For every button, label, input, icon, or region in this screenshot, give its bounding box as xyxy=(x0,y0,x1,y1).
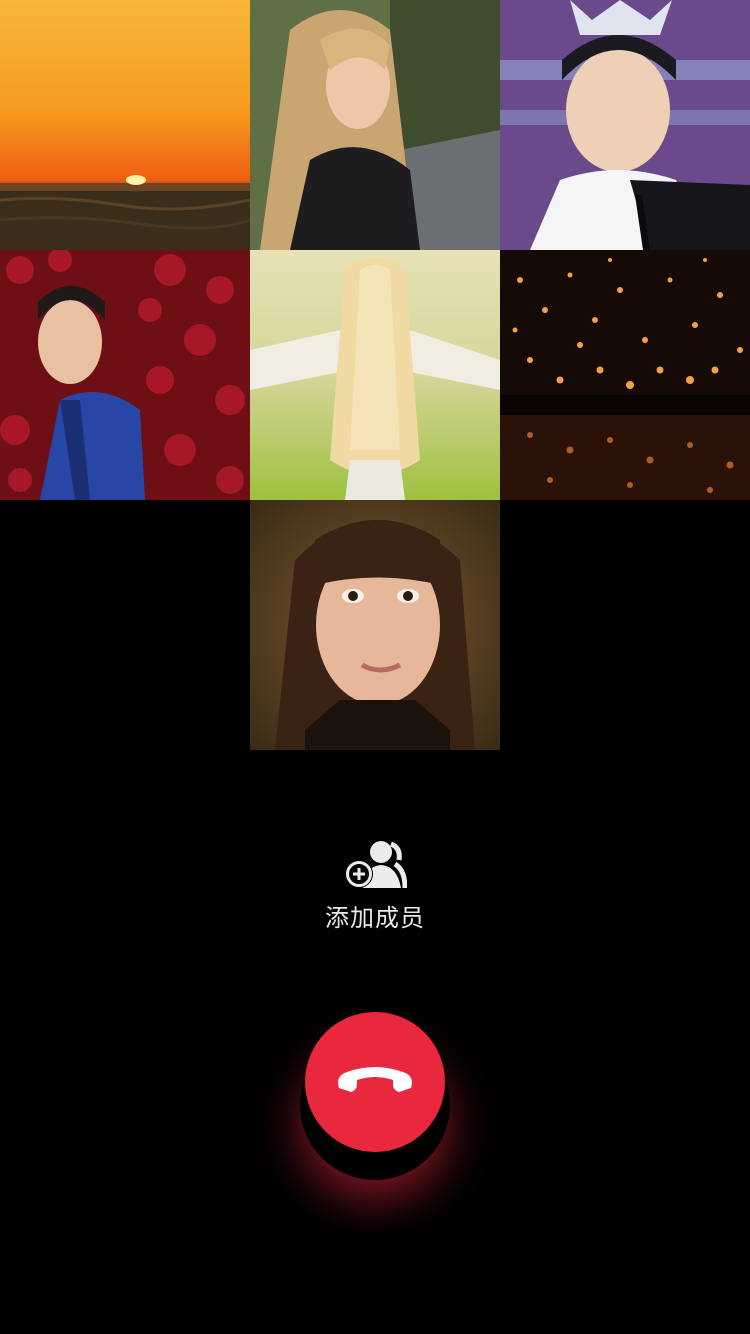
participant-tile-7[interactable] xyxy=(250,500,500,750)
man-crown-portrait-image xyxy=(500,0,750,250)
participant-tile-2[interactable] xyxy=(250,0,500,250)
participant-tile-6[interactable] xyxy=(500,250,750,500)
participant-tile-3[interactable] xyxy=(500,0,750,250)
girl-field-image xyxy=(250,250,500,500)
participant-tile-5[interactable] xyxy=(250,250,500,500)
woman-portrait-image xyxy=(250,0,500,250)
hang-up-phone-icon xyxy=(338,1067,412,1092)
hang-up-button[interactable] xyxy=(305,1012,445,1152)
participant-tile-4[interactable] xyxy=(0,250,250,500)
add-group-icon xyxy=(345,841,407,889)
girl-braids-portrait-image xyxy=(250,500,500,750)
lanterns-image xyxy=(500,250,750,500)
sunset-image xyxy=(0,0,250,250)
man-roses-portrait-image xyxy=(0,250,250,500)
add-member-button[interactable]: 添加成员 xyxy=(275,838,475,938)
participant-tile-1[interactable] xyxy=(0,0,250,250)
participant-video-grid xyxy=(0,0,750,750)
add-member-label: 添加成员 xyxy=(325,904,425,932)
